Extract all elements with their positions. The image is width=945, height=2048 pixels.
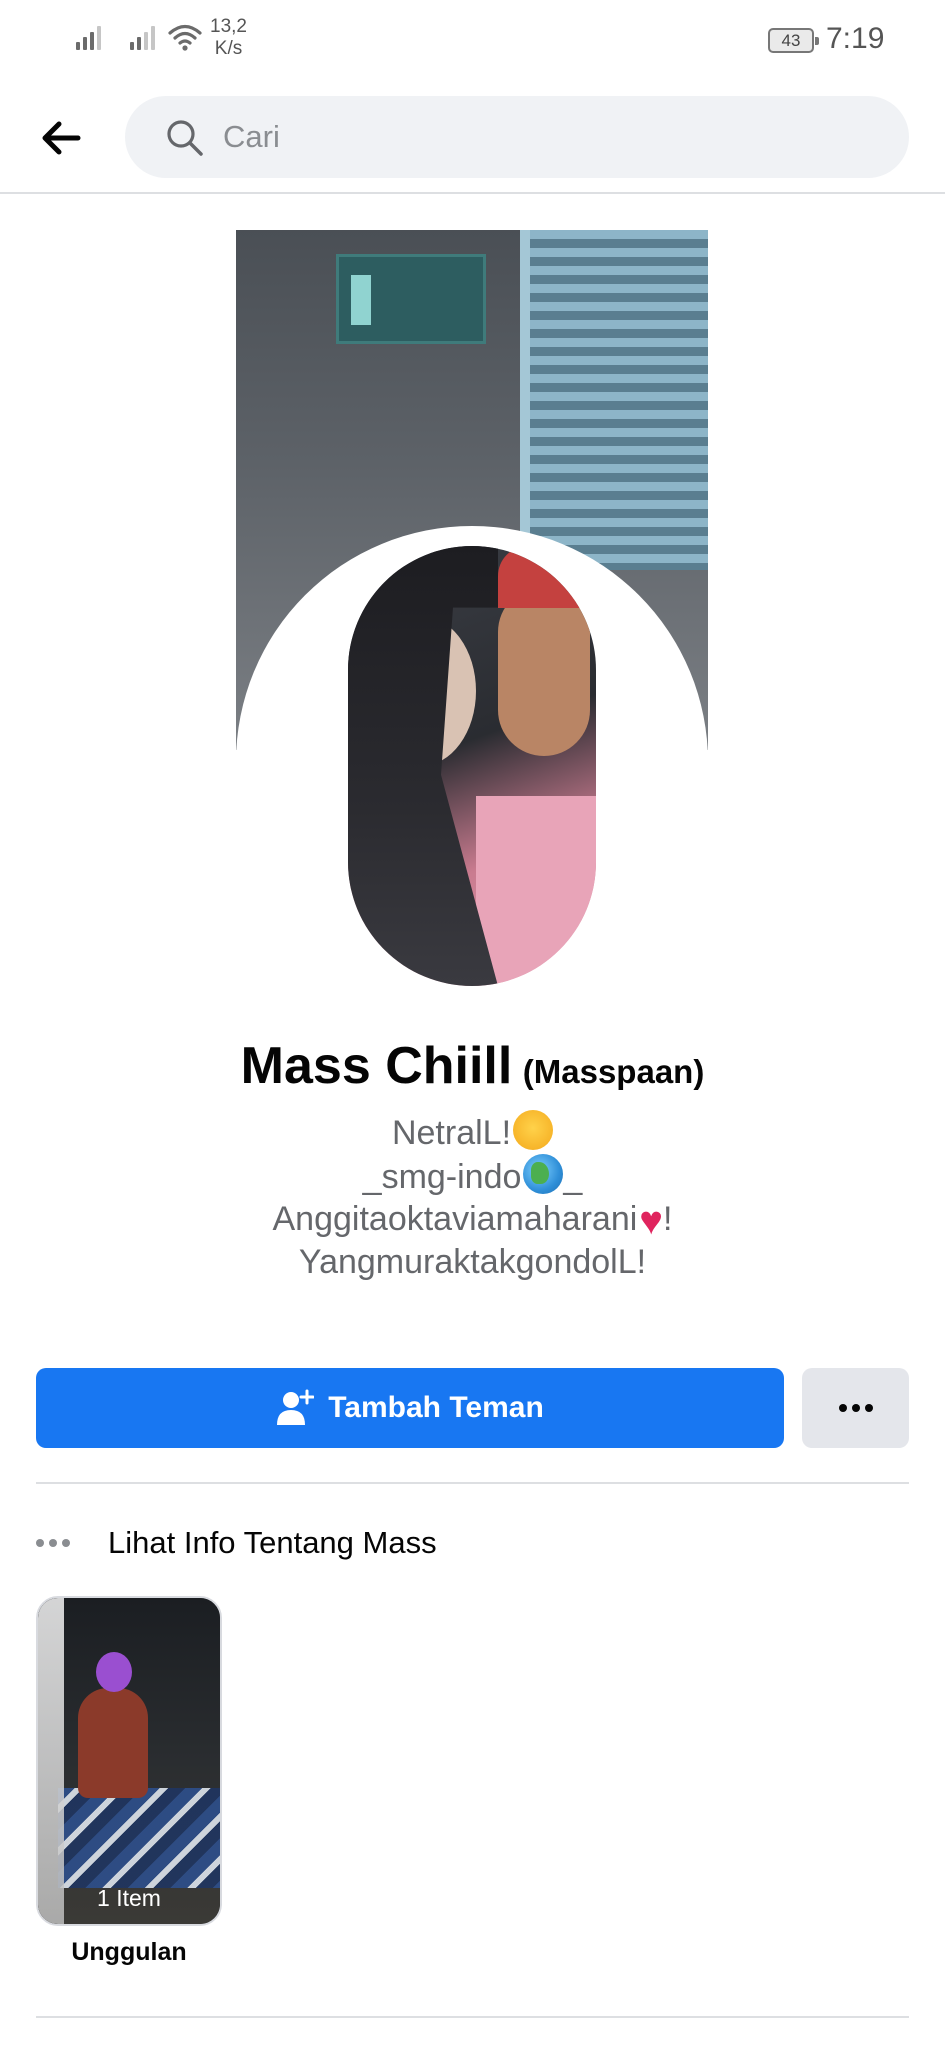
more-options-button[interactable]	[802, 1368, 909, 1448]
add-friend-button[interactable]: Tambah Teman	[36, 1368, 784, 1448]
network-speed-value: 13,2	[210, 16, 247, 37]
network-speed: 13,2 K/s	[210, 16, 247, 60]
featured-collection-card[interactable]: 1 Item	[36, 1596, 222, 1926]
avatar-detail	[476, 796, 596, 986]
bio-line: YangmuraktakgondolL!	[0, 1241, 945, 1283]
search-icon	[167, 120, 203, 156]
bio-text: NetralL!	[391, 1114, 512, 1152]
cellular-signal-icon	[76, 24, 106, 50]
featured-caption: Unggulan	[71, 1938, 187, 1966]
bio-line: Anggitaoktaviamaharani♥!	[0, 1198, 945, 1241]
hugging-face-emoji-icon	[513, 1110, 554, 1150]
status-bar: 13,2 K/s 43 7:19	[0, 0, 945, 82]
profile-bio: NetralL! _smg-indo _ Anggitaoktaviamahara…	[0, 1110, 945, 1283]
network-speed-unit: K/s	[214, 38, 243, 59]
profile-avatar[interactable]	[348, 546, 596, 986]
back-button[interactable]	[34, 112, 88, 164]
battery-indicator: 43	[768, 28, 819, 53]
more-dots-icon	[838, 1404, 847, 1412]
profile-name: Mass Chiill	[240, 1037, 513, 1095]
add-friend-icon	[277, 1389, 315, 1425]
featured-thumbnail-detail	[58, 1788, 220, 1888]
search-bar[interactable]	[125, 96, 909, 178]
bio-line: _smg-indo _	[0, 1154, 945, 1198]
wifi-icon	[168, 24, 202, 51]
red-heart-emoji-icon: ♥	[639, 1199, 664, 1243]
bio-suffix: !	[663, 1200, 673, 1238]
see-about-info-row[interactable]: Lihat Info Tentang Mass	[36, 1516, 909, 1570]
arrow-left-icon	[42, 121, 81, 155]
more-dots-icon	[36, 1539, 76, 1547]
featured-item-count: 1 Item	[97, 1885, 161, 1911]
featured-thumbnail-detail	[38, 1598, 64, 1924]
featured-thumbnail-detail	[96, 1652, 132, 1692]
search-input[interactable]	[223, 96, 863, 178]
section-divider	[36, 1482, 909, 1484]
bio-text: YangmuraktakgondolL!	[298, 1243, 647, 1281]
bio-suffix: _	[563, 1158, 583, 1196]
featured-thumbnail-detail	[78, 1688, 148, 1798]
cover-photo-detail	[336, 254, 486, 344]
bio-text: _smg-indo	[362, 1158, 522, 1196]
app-header	[0, 82, 945, 194]
section-divider	[36, 2016, 909, 2018]
avatar-detail	[348, 546, 498, 986]
status-time: 7:19	[826, 22, 885, 55]
profile-alternate-name: (Masspaan)	[522, 1053, 705, 1090]
avatar-detail	[498, 546, 596, 608]
add-friend-label: Tambah Teman	[328, 1391, 544, 1424]
globe-emoji-icon	[523, 1154, 564, 1194]
cover-photo-detail	[530, 230, 708, 570]
cellular-signal-icon	[130, 24, 160, 50]
see-about-info-label: Lihat Info Tentang Mass	[108, 1525, 437, 1560]
avatar-detail	[498, 586, 590, 756]
more-dots-icon	[864, 1404, 873, 1412]
bio-line: NetralL!	[0, 1110, 945, 1154]
bio-text: Anggitaoktaviamaharani	[272, 1200, 638, 1238]
profile-name-row: Mass Chiill (Masspaan)	[0, 1036, 945, 1096]
more-dots-icon	[851, 1404, 860, 1412]
